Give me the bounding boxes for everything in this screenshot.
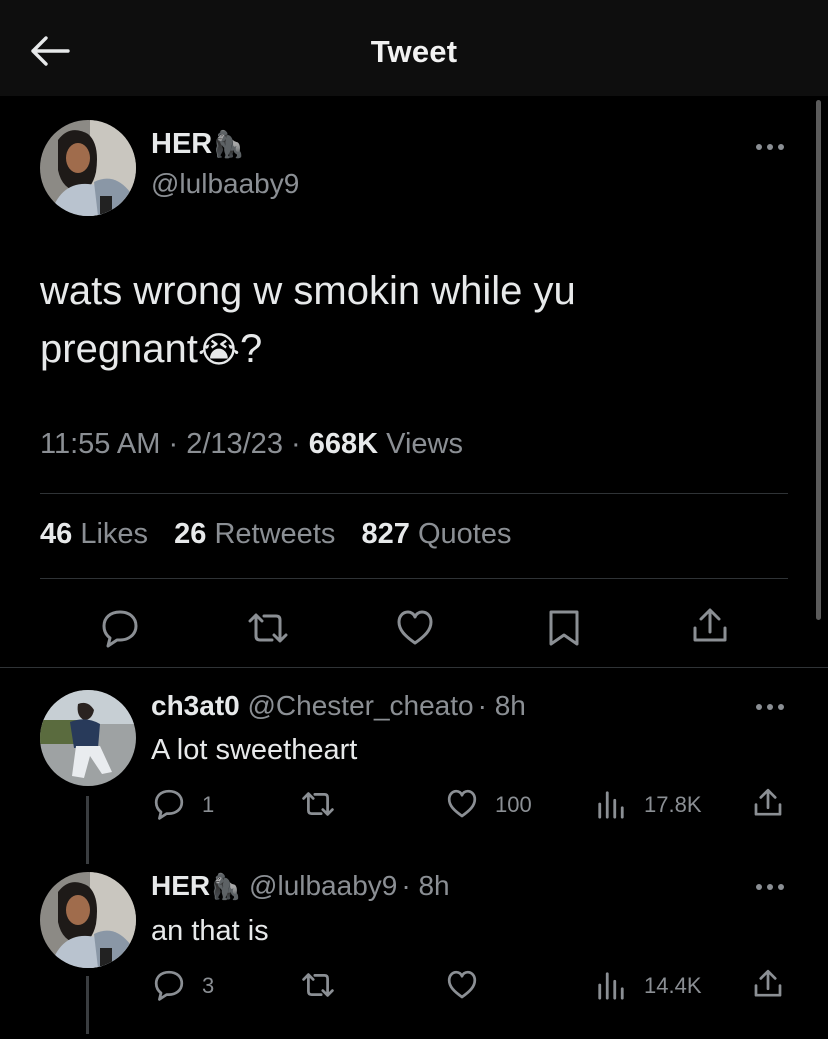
reply-handle[interactable]: @Chester_cheato — [248, 690, 474, 721]
view-count: 17.8K — [644, 792, 702, 817]
retweet-icon[interactable] — [300, 788, 336, 820]
reply-count: 3 — [202, 973, 215, 998]
top-bar: Tweet — [0, 0, 828, 96]
tweet-text-line2: pregnant😭? — [40, 320, 576, 379]
thread-line — [86, 796, 89, 864]
divider — [0, 667, 828, 668]
retweet-icon[interactable] — [246, 608, 290, 648]
avatar-image — [40, 690, 136, 786]
reply-time[interactable]: 8h — [495, 690, 526, 721]
separator: · — [401, 870, 411, 901]
reply-text: A lot sweetheart — [151, 734, 358, 766]
author-handle[interactable]: @lulbaaby9 — [151, 168, 299, 200]
separator: · — [477, 690, 487, 721]
reply-icon[interactable] — [153, 788, 185, 820]
reply-display-name[interactable]: ch3at0 — [151, 690, 240, 721]
divider — [40, 578, 788, 579]
more-icon[interactable] — [754, 702, 786, 712]
retweet-icon[interactable] — [300, 969, 336, 1001]
reply-icon[interactable] — [153, 969, 185, 1001]
separator: · — [291, 428, 301, 460]
engagement-stats: 46 Likes 26 Retweets 827 Quotes — [40, 518, 511, 551]
tweet-time[interactable]: 11:55 AM — [40, 428, 160, 460]
share-icon[interactable] — [752, 786, 784, 820]
avatar-image — [40, 120, 136, 216]
like-icon[interactable] — [446, 969, 478, 1001]
reply-icon[interactable] — [100, 608, 140, 648]
like-icon[interactable] — [395, 608, 435, 648]
tweet-text-line1: wats wrong w smokin while yu — [40, 269, 576, 313]
like-icon[interactable] — [446, 788, 478, 820]
reply-text: an that is — [151, 915, 269, 947]
page-title: Tweet — [370, 34, 458, 69]
likes-stat[interactable]: 46 Likes — [40, 518, 148, 550]
quotes-stat[interactable]: 827 Quotes — [362, 518, 512, 550]
reply-time[interactable]: 8h — [418, 870, 449, 901]
retweets-stat[interactable]: 26 Retweets — [174, 518, 335, 550]
separator: · — [168, 428, 179, 460]
reply-count: 1 — [202, 792, 215, 817]
reply-header: ch3at0 @Chester_cheato · 8h — [151, 690, 526, 722]
view-count: 14.4K — [644, 973, 702, 998]
author-display-name: HER — [151, 128, 213, 160]
reply-avatar[interactable] — [40, 872, 136, 968]
avatar[interactable] — [40, 120, 136, 216]
views-label: Views — [386, 428, 463, 460]
crying-emoji-icon: 😭 — [197, 329, 240, 370]
tweet-text: wats wrong w smokin while yu pregnant😭? — [40, 262, 576, 379]
reply-display-name[interactable]: HER🦍 — [151, 870, 241, 901]
gorilla-emoji-icon: 🦍 — [212, 129, 245, 159]
reply-header: HER🦍 @lulbaaby9 · 8h — [151, 870, 450, 902]
author-name[interactable]: HER🦍 — [151, 128, 245, 161]
views-icon[interactable] — [596, 788, 626, 820]
scrollbar[interactable] — [816, 100, 821, 620]
like-count: 100 — [495, 792, 532, 817]
views-icon[interactable] — [596, 969, 626, 1001]
tweet-text-word: pregnant — [40, 327, 198, 371]
gorilla-emoji-icon: 🦍 — [210, 873, 242, 901]
share-icon[interactable] — [752, 967, 784, 1001]
reply-handle[interactable]: @lulbaaby9 — [249, 870, 397, 901]
tweet-text-end: ? — [240, 327, 263, 371]
more-icon[interactable] — [754, 882, 786, 892]
reply-avatar[interactable] — [40, 690, 136, 786]
share-icon[interactable] — [690, 606, 730, 646]
tweet-meta: 11:55 AM · 2/13/23 · 668K Views — [40, 428, 463, 461]
avatar-image — [40, 872, 136, 968]
thread-line — [86, 976, 89, 1034]
divider — [40, 493, 788, 494]
views-count: 668K — [308, 428, 379, 460]
more-icon[interactable] — [754, 142, 786, 152]
bookmark-icon[interactable] — [546, 608, 582, 648]
tweet-date[interactable]: 2/13/23 — [186, 428, 283, 460]
